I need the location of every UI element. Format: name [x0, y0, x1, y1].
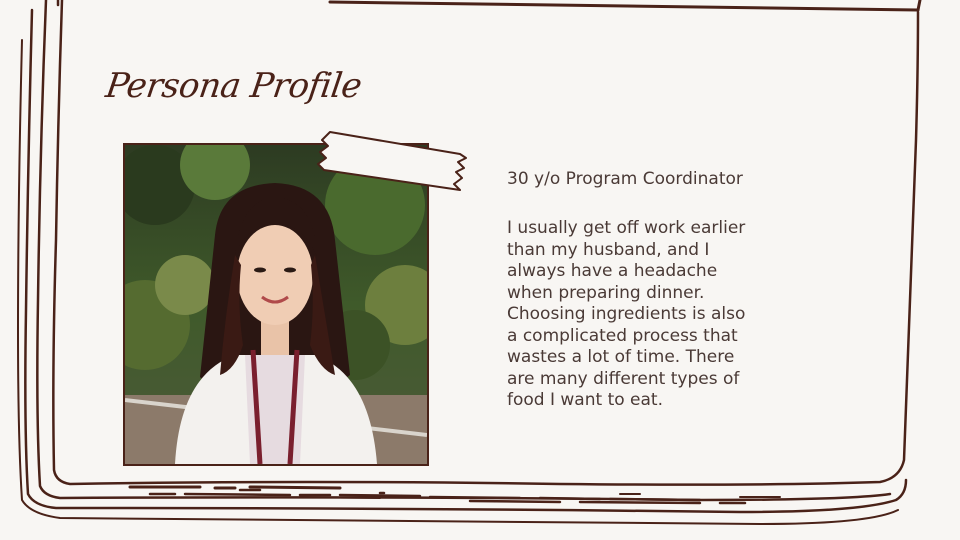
persona-slide: Persona Profile 30 y/o Program Coordinat… — [0, 0, 960, 540]
washi-tape-icon — [317, 131, 467, 191]
persona-quote: I usually get off work earlier than my h… — [507, 218, 746, 410]
slide-title: Persona Profile — [103, 66, 364, 106]
persona-subtitle: 30 y/o Program Coordinator — [507, 169, 743, 189]
